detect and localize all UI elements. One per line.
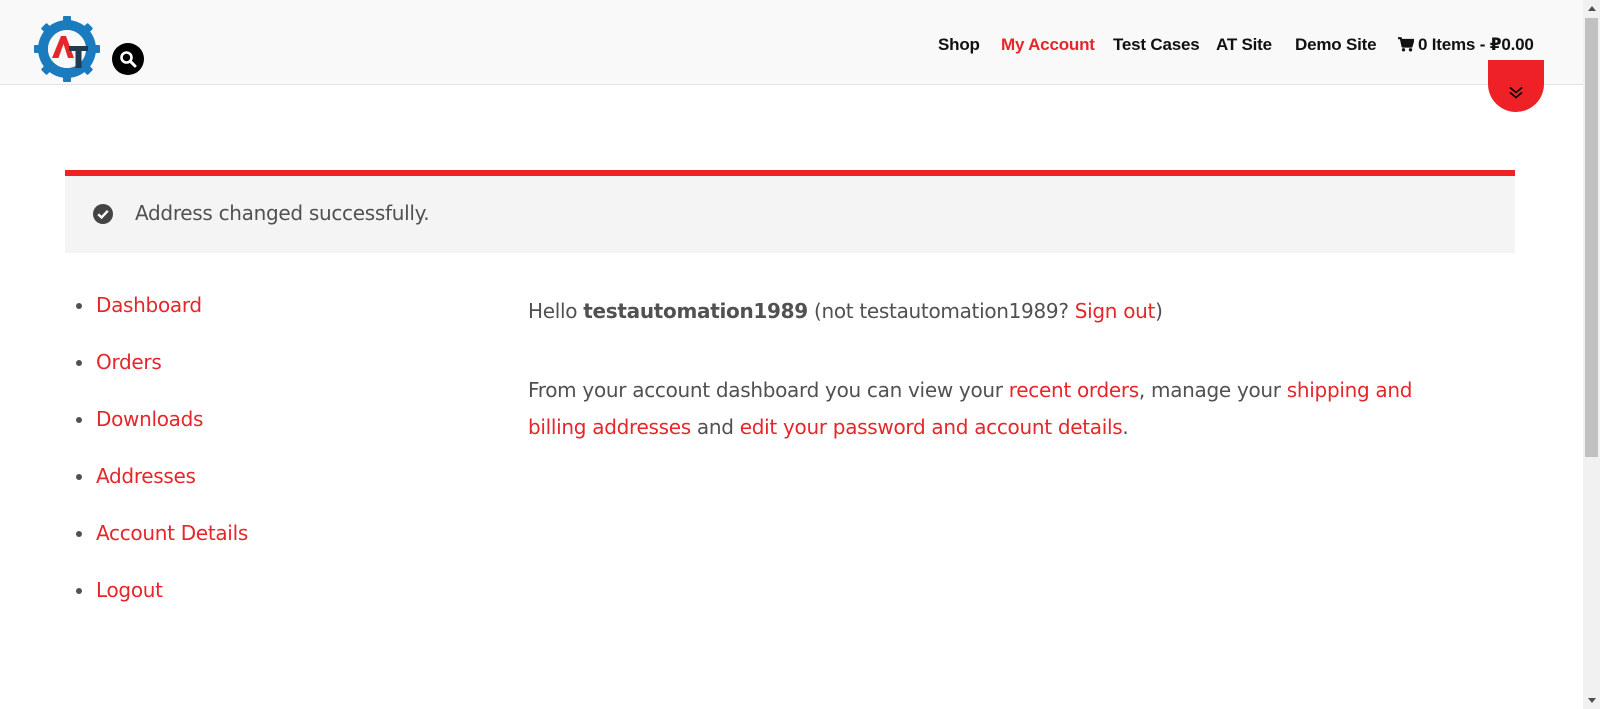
scroll-toggle-button[interactable] — [1488, 60, 1544, 112]
period-text: . — [1122, 415, 1129, 439]
account-nav-label[interactable]: Orders — [96, 347, 162, 377]
cart-icon — [1398, 37, 1414, 52]
double-chevron-down-icon — [1509, 86, 1523, 99]
nav-test-cases[interactable]: Test Cases — [1113, 33, 1200, 57]
manage-text: , manage your — [1138, 378, 1281, 402]
greeting: Hello testautomation1989 (not testautoma… — [528, 296, 1488, 326]
not-user-text: (not testautomation1989? — [813, 299, 1069, 323]
list-bullet — [76, 588, 82, 594]
account-nav-label[interactable]: Dashboard — [96, 290, 202, 320]
search-icon — [120, 51, 137, 68]
and-text: and — [696, 415, 734, 439]
list-bullet — [76, 303, 82, 309]
cart-label: 0 Items - ₽0.00 — [1418, 35, 1534, 54]
scroll-down-arrow[interactable] — [1583, 692, 1600, 709]
list-bullet — [76, 417, 82, 423]
account-details-link[interactable]: edit your password and account details — [740, 415, 1123, 439]
nav-cart[interactable]: 0 Items - ₽0.00 — [1398, 33, 1534, 57]
account-dashboard-content: Hello testautomation1989 (not testautoma… — [528, 296, 1488, 446]
list-bullet — [76, 360, 82, 366]
success-notice: Address changed successfully. — [65, 170, 1515, 253]
nav-at-site[interactable]: AT Site — [1216, 33, 1272, 57]
list-bullet — [76, 531, 82, 537]
nav-shop[interactable]: Shop — [938, 33, 980, 57]
username: testautomation1989 — [583, 299, 808, 323]
hello-text: Hello — [528, 299, 578, 323]
account-nav-label[interactable]: Logout — [96, 575, 163, 605]
check-circle-icon — [93, 204, 113, 224]
search-button[interactable] — [112, 43, 144, 75]
account-nav-label[interactable]: Addresses — [96, 461, 196, 491]
list-bullet — [76, 474, 82, 480]
page-scrollbar[interactable] — [1583, 0, 1600, 709]
intro-text: From your account dashboard you can view… — [528, 378, 1003, 402]
recent-orders-link[interactable]: recent orders — [1009, 378, 1139, 402]
scroll-thumb[interactable] — [1585, 18, 1598, 457]
site-header: Shop My Account Test Cases AT Site Demo … — [0, 0, 1583, 85]
nav-demo-site[interactable]: Demo Site — [1295, 33, 1377, 57]
notice-message: Address changed successfully. — [135, 201, 430, 225]
account-nav-label[interactable]: Account Details — [96, 518, 248, 548]
account-nav-label[interactable]: Downloads — [96, 404, 203, 434]
nav-my-account[interactable]: My Account — [1001, 33, 1095, 57]
closing-paren: ) — [1155, 299, 1163, 323]
sign-out-link[interactable]: Sign out — [1075, 299, 1156, 323]
dashboard-intro: From your account dashboard you can view… — [528, 372, 1468, 446]
site-logo[interactable] — [34, 16, 100, 82]
scroll-up-arrow[interactable] — [1583, 0, 1600, 17]
